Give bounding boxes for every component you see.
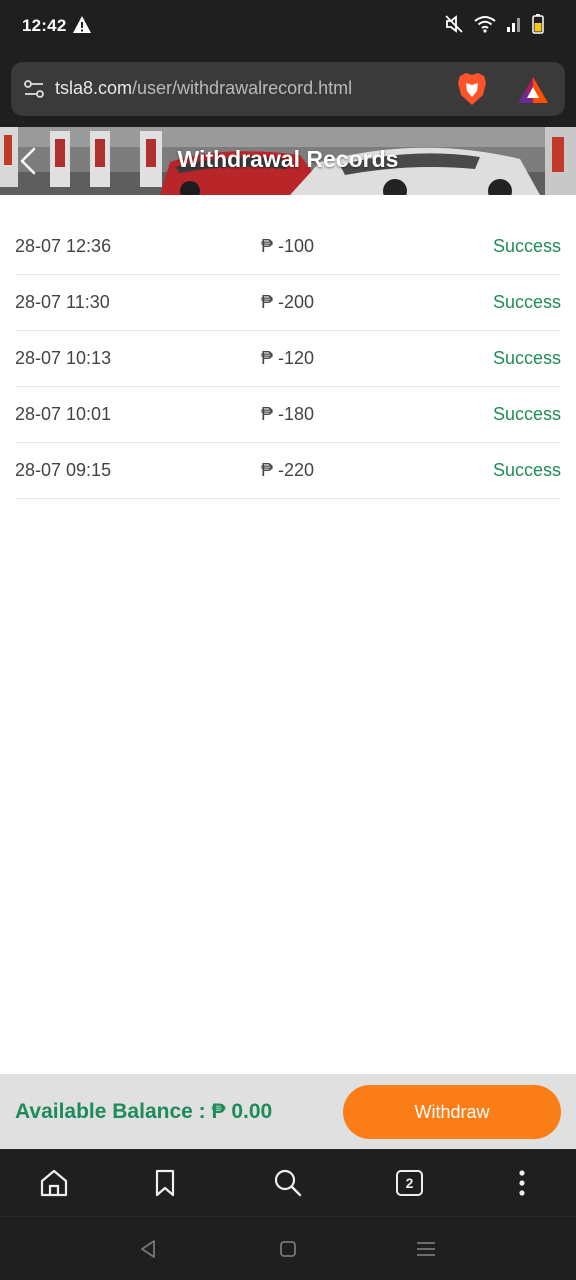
- search-icon[interactable]: [272, 1167, 302, 1199]
- record-row: 28-07 10:01 ₱ -180 Success: [15, 387, 561, 443]
- tab-count: 2: [396, 1170, 423, 1196]
- system-navigation-bar: [0, 1216, 576, 1280]
- home-icon[interactable]: [39, 1167, 69, 1199]
- more-menu-icon[interactable]: [507, 1167, 537, 1199]
- record-amount: ₱ -200: [261, 292, 315, 312]
- status-icons: [444, 14, 544, 34]
- nav-back-icon[interactable]: [137, 1238, 159, 1260]
- nav-home-icon[interactable]: [277, 1238, 299, 1260]
- url-text[interactable]: tsla8.com/user/withdrawalrecord.html: [55, 78, 352, 99]
- record-amount: ₱ -180: [261, 404, 315, 424]
- record-row: 28-07 10:13 ₱ -120 Success: [15, 331, 561, 387]
- record-amount: ₱ -100: [261, 236, 315, 256]
- record-date: 28-07 10:01: [15, 404, 112, 424]
- url-domain: tsla8.com: [55, 78, 133, 98]
- header-banner: Withdrawal Records: [0, 127, 576, 195]
- battery-icon: [532, 14, 544, 34]
- available-balance: Available Balance : ₱ 0.00: [15, 1100, 273, 1123]
- bat-rewards-icon[interactable]: [516, 75, 550, 105]
- record-date: 28-07 11:30: [15, 292, 110, 312]
- record-status: Success: [492, 460, 561, 480]
- record-status: Success: [492, 404, 561, 424]
- withdraw-button[interactable]: Withdraw: [343, 1085, 561, 1139]
- browser-address-bar: tsla8.com/user/withdrawalrecord.html: [0, 52, 576, 127]
- status-bar: 12:42: [0, 0, 576, 52]
- mute-icon: [445, 15, 463, 33]
- nav-recents-icon[interactable]: [415, 1238, 437, 1260]
- withdrawal-records-list: 28-07 12:36 ₱ -100 Success 28-07 11:30 ₱…: [15, 219, 561, 499]
- record-row: 28-07 09:15 ₱ -220 Success: [15, 443, 561, 499]
- record-amount: ₱ -120: [261, 348, 315, 368]
- page-title: Withdrawal Records: [177, 146, 399, 172]
- record-status: Success: [492, 348, 561, 368]
- record-date: 28-07 09:15: [15, 460, 112, 480]
- signal-icon: [507, 18, 520, 32]
- balance-bar: Available Balance : ₱ 0.00 Withdraw: [0, 1074, 576, 1149]
- status-time: 12:42: [22, 16, 67, 35]
- bookmark-icon[interactable]: [150, 1167, 180, 1199]
- brave-shields-icon[interactable]: [455, 71, 489, 107]
- record-date: 28-07 12:36: [15, 236, 112, 256]
- wifi-icon: [474, 16, 496, 33]
- url-path: /user/withdrawalrecord.html: [132, 78, 353, 98]
- record-amount: ₱ -220: [261, 460, 315, 480]
- tabs-button[interactable]: 2: [395, 1167, 425, 1199]
- url-field[interactable]: tsla8.com/user/withdrawalrecord.html: [11, 62, 565, 116]
- browser-toolbar: 2: [0, 1149, 576, 1216]
- record-status: Success: [492, 236, 561, 256]
- record-date: 28-07 10:13: [15, 348, 112, 368]
- app-root: 12:42 tsla8.com/user/withdrawalrecord.ht…: [0, 0, 576, 1280]
- record-row: 28-07 12:36 ₱ -100 Success: [15, 219, 561, 275]
- record-row: 28-07 11:30 ₱ -200 Success: [15, 275, 561, 331]
- warning-icon: [73, 16, 91, 33]
- site-settings-icon[interactable]: [23, 78, 45, 100]
- record-status: Success: [492, 292, 561, 312]
